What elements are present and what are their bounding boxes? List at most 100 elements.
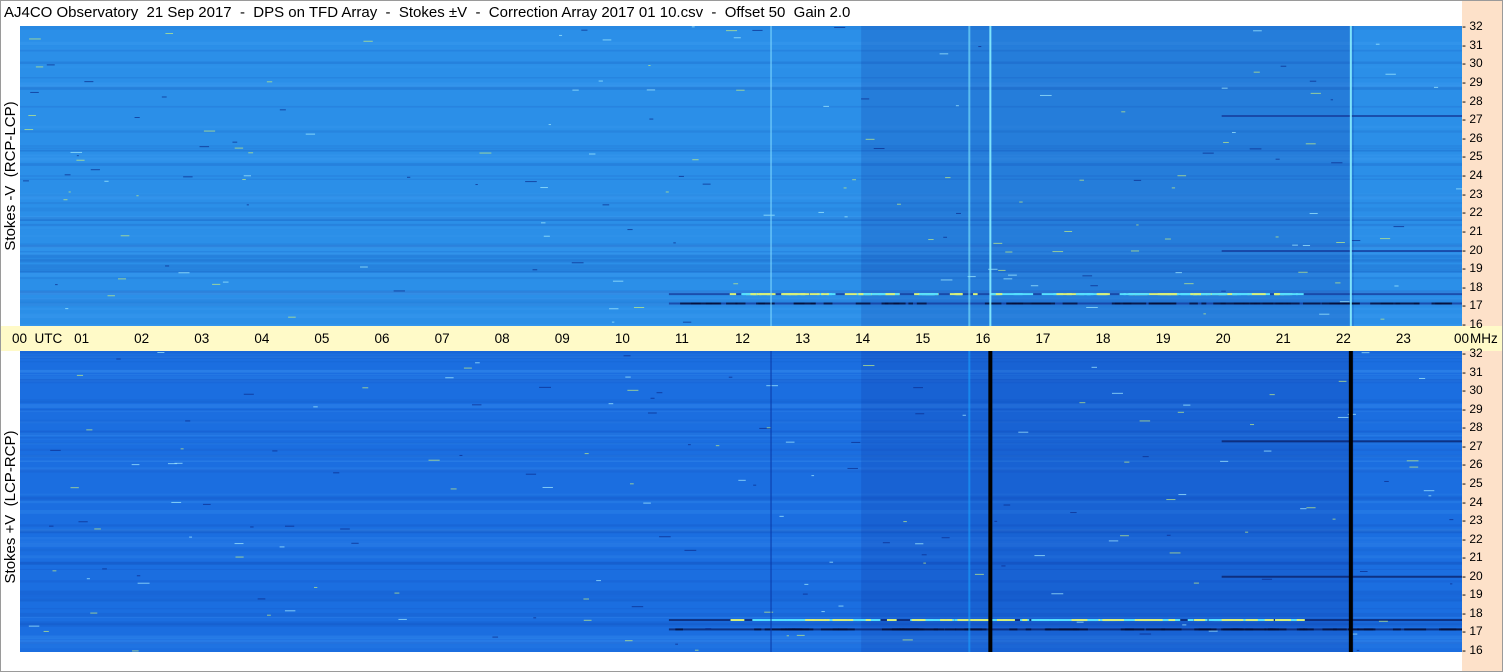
noise-streak [248, 152, 254, 154]
time-tick-13: 13 [795, 331, 811, 346]
chart-title: AJ4CO Observatory 21 Sep 2017 - DPS on T… [4, 4, 851, 21]
band-dark [793, 302, 805, 305]
rs-top-tick-17: - 17 [1462, 298, 1483, 313]
noise-streak [611, 321, 615, 323]
noise-streak [1111, 392, 1123, 394]
rs-bottom-tick-25: - 25 [1462, 475, 1483, 490]
noise-streak [785, 441, 795, 443]
noise-streak [1130, 250, 1140, 252]
noise-streak [633, 307, 645, 309]
noise-streak [915, 413, 925, 415]
time-tick-2: 02 [134, 331, 150, 346]
band-highlight [821, 293, 829, 296]
noise-streak [1280, 65, 1287, 67]
noise-streak [363, 40, 373, 42]
noise-streak [1433, 86, 1439, 88]
noise-streak [406, 176, 411, 178]
noise-streak [726, 30, 738, 32]
noise-streak [1052, 251, 1064, 253]
noise-streak [1164, 238, 1171, 240]
noise-streak [705, 628, 712, 630]
band-highlight [1056, 293, 1072, 296]
noise-streak [1309, 80, 1317, 82]
noise-streak [267, 614, 271, 616]
noise-streak [94, 528, 101, 530]
noise-streak [896, 203, 901, 205]
noise-streak [1086, 306, 1098, 308]
noise-streak [736, 89, 745, 91]
time-tick-9: 09 [554, 331, 570, 346]
noise-streak [1337, 416, 1349, 418]
noise-streak [955, 105, 959, 107]
noise-streak [915, 543, 924, 545]
band-highlight [1295, 293, 1304, 296]
band-dark [1221, 628, 1244, 631]
noise-streak [394, 592, 400, 594]
band-dark [1270, 302, 1288, 305]
noise-streak [257, 598, 266, 600]
noise-streak [232, 141, 238, 143]
noise-streak [1019, 201, 1023, 203]
noise-streak [1175, 272, 1182, 274]
noise-streak [974, 573, 984, 575]
noise-streak [625, 376, 631, 378]
band-highlight [1037, 619, 1060, 622]
noise-streak [35, 66, 44, 68]
noise-streak [1076, 621, 1084, 623]
rs-bottom-tick-18: - 18 [1462, 605, 1483, 620]
band-dark [1201, 302, 1207, 305]
noise-streak [1221, 87, 1228, 89]
band-highlight [1119, 293, 1126, 296]
noise-streak [993, 242, 1003, 244]
noise-streak [994, 520, 998, 522]
band-dark [1031, 302, 1056, 305]
noise-streak [1184, 283, 1194, 285]
noise-streak [571, 262, 584, 264]
noise-streak [49, 525, 54, 527]
band-dark [916, 302, 927, 305]
band-highlight [1123, 619, 1137, 622]
noise-streak [738, 479, 746, 481]
noise-streak [559, 34, 563, 36]
band-dark [1395, 302, 1420, 305]
vertical-line-12.5 [770, 351, 772, 652]
rs-top-tick-25: - 25 [1462, 149, 1483, 164]
noise-streak [598, 80, 603, 82]
noise-streak [1039, 94, 1052, 96]
time-axis-bar: 00 UTC 01 02 03 04 05 06 07 08 09 10 11 12 13 14 15 16 17… [0, 326, 1503, 351]
noise-streak [463, 367, 472, 369]
noise-streak [165, 33, 174, 35]
top-spectrogram [20, 26, 1462, 326]
noise-streak [1193, 582, 1199, 584]
noise-streak [183, 176, 193, 178]
noise-streak [279, 109, 286, 111]
noise-streak [189, 536, 193, 538]
band-highlight [956, 293, 963, 296]
band-highlight [940, 619, 953, 622]
band-dark [1045, 628, 1051, 631]
rs-bottom-tick-19: - 19 [1462, 587, 1483, 602]
band-highlight [1281, 293, 1291, 296]
band-dark [1025, 628, 1032, 631]
noise-streak [612, 280, 624, 282]
band-highlight [1096, 293, 1108, 296]
noise-streak [1051, 593, 1064, 595]
noise-streak [1253, 71, 1260, 73]
noise-streak [393, 290, 405, 292]
time-tick-4: 04 [254, 331, 270, 346]
noise-streak [1091, 366, 1097, 368]
band-highlight [750, 293, 757, 296]
noise-streak [1120, 535, 1129, 537]
noise-streak [715, 445, 720, 447]
noise-streak [602, 39, 612, 41]
noise-streak [28, 114, 36, 116]
noise-streak [234, 543, 244, 545]
noise-streak [305, 133, 316, 135]
noise-streak [843, 187, 847, 189]
band-dark [1213, 302, 1226, 305]
band-highlight [973, 293, 978, 296]
band-highlight [858, 293, 864, 296]
band-highlight [1144, 619, 1163, 622]
noise-streak [266, 81, 273, 83]
band-dark [1438, 628, 1457, 631]
